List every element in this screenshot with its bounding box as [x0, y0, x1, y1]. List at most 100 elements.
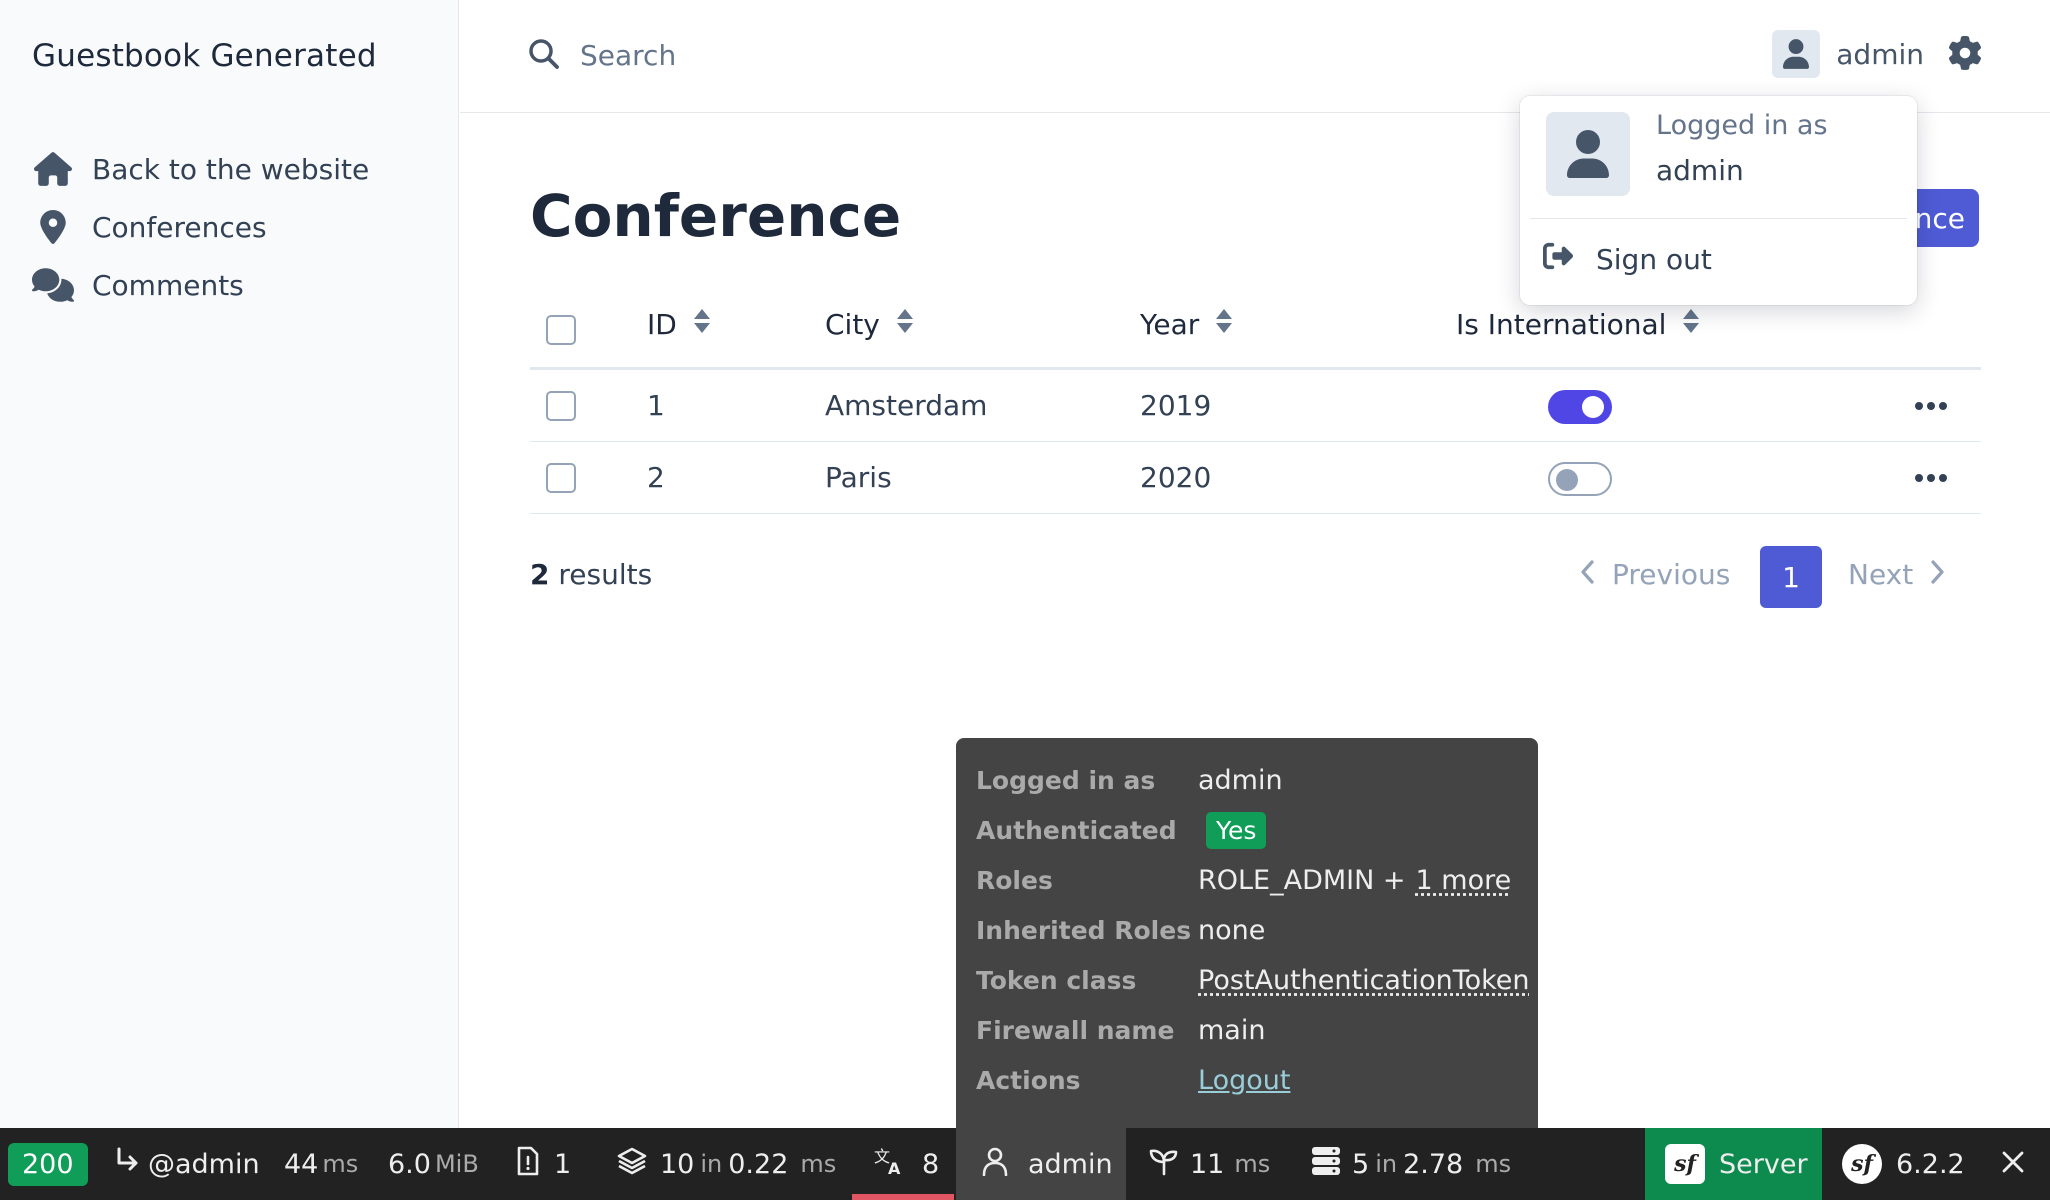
pagination-previous[interactable]: Previous	[1580, 558, 1730, 591]
cell-city: Amsterdam	[825, 389, 988, 422]
sidebar-item-label: Conferences	[92, 210, 267, 244]
column-label: City	[825, 308, 880, 341]
column-label: Is International	[1456, 308, 1667, 341]
sign-out-button[interactable]: Sign out	[1542, 241, 1712, 278]
panel-value: ROLE_ADMIN +	[1198, 864, 1406, 896]
sidebar-nav: Back to the website Conferences Comments	[32, 140, 369, 314]
panel-key: Logged in as	[976, 765, 1156, 795]
add-button-label: nce	[1914, 201, 1965, 235]
logout-link[interactable]: Logout	[1198, 1065, 1290, 1096]
cell-id: 1	[647, 389, 665, 422]
log-file-icon	[516, 1146, 540, 1183]
is-international-toggle[interactable]	[1548, 462, 1612, 496]
dropdown-username: admin	[1656, 154, 1744, 187]
redirect-arrow-icon	[114, 1146, 142, 1183]
user-outline-icon	[982, 1146, 1008, 1183]
security-panel: Logged in as admin Authenticated Yes Rol…	[956, 738, 1538, 1128]
pagination-page-1[interactable]: 1	[1760, 546, 1822, 608]
column-header-is-international[interactable]: Is International	[1456, 308, 1700, 341]
panel-value: main	[1198, 1014, 1266, 1046]
panel-key: Inherited Roles	[976, 915, 1192, 945]
user-item[interactable]: admin	[956, 1128, 1126, 1200]
user-avatar-icon	[1546, 112, 1630, 196]
is-international-toggle[interactable]	[1548, 390, 1612, 424]
toolbar-username: admin	[1028, 1148, 1113, 1180]
panel-key: Roles	[976, 865, 1053, 895]
conference-table: ID City Year Is International 1 Amsterda…	[530, 290, 1981, 514]
db-in-label: in	[1375, 1150, 1398, 1178]
cache-in-label: in	[700, 1150, 723, 1178]
row-actions-icon[interactable]	[1914, 396, 1948, 415]
sidebar-item-back-to-website[interactable]: Back to the website	[32, 140, 369, 198]
gear-icon[interactable]	[1948, 36, 1982, 74]
memory-unit: MiB	[434, 1150, 479, 1178]
search-input[interactable]	[580, 30, 1180, 80]
column-header-id[interactable]: ID	[647, 308, 711, 341]
translation-item[interactable]: 文A 8	[874, 1128, 939, 1200]
symfony-version-item[interactable]: sf 6.2.2	[1842, 1128, 1965, 1200]
panel-key: Token class	[976, 965, 1137, 995]
close-toolbar-button[interactable]	[2002, 1128, 2024, 1200]
memory-item[interactable]: 6.0 MiB	[388, 1128, 479, 1200]
sign-out-label: Sign out	[1596, 243, 1712, 276]
route-item[interactable]: @admin	[114, 1128, 260, 1200]
sidebar-item-label: Comments	[92, 268, 244, 302]
status-code-item[interactable]: 200	[8, 1128, 88, 1200]
authenticated-badge: Yes	[1206, 811, 1267, 849]
cell-id: 2	[647, 461, 665, 494]
server-label: Server	[1719, 1148, 1808, 1180]
panel-key: Firewall name	[976, 1015, 1175, 1045]
panel-key: Actions	[976, 1065, 1081, 1095]
time-unit: ms	[322, 1150, 359, 1178]
column-header-city[interactable]: City	[825, 308, 914, 341]
row-checkbox[interactable]	[546, 391, 576, 421]
cache-calls: 10	[660, 1148, 695, 1180]
chevron-left-icon	[1580, 558, 1594, 591]
cell-year: 2019	[1140, 389, 1212, 422]
column-header-year[interactable]: Year	[1140, 308, 1233, 341]
column-label: Year	[1140, 308, 1200, 341]
memory-value: 6.0	[388, 1148, 431, 1180]
symfony-version: 6.2.2	[1896, 1148, 1965, 1180]
translation-count: 8	[922, 1148, 940, 1180]
toggle-knob	[1582, 396, 1604, 418]
toggle-knob	[1556, 469, 1578, 491]
cell-city: Paris	[825, 461, 892, 494]
cache-time: 0.22	[728, 1148, 789, 1180]
logs-item[interactable]: 1	[516, 1128, 571, 1200]
panel-row: Actions Logout	[976, 1060, 1290, 1100]
results-label: results	[558, 558, 653, 591]
row-actions-icon[interactable]	[1914, 468, 1948, 487]
token-class-value: PostAuthenticationToken	[1198, 964, 1530, 996]
app-title[interactable]: Guestbook Generated	[32, 38, 377, 74]
cache-item[interactable]: 10 in 0.22 ms	[616, 1128, 836, 1200]
sidebar-item-comments[interactable]: Comments	[32, 256, 369, 314]
home-icon	[32, 148, 74, 190]
panel-row: Firewall name main	[976, 1010, 1265, 1050]
panel-row: Inherited Roles none	[976, 910, 1265, 950]
translate-icon: 文A	[874, 1146, 906, 1183]
logged-in-label: Logged in as	[1656, 110, 1828, 141]
server-item[interactable]: sf Server	[1645, 1128, 1822, 1200]
sort-icon	[693, 308, 711, 341]
select-all-checkbox[interactable]	[546, 315, 576, 345]
sidebar: Guestbook Generated Back to the website …	[0, 0, 459, 1128]
time-item[interactable]: 44 ms	[284, 1128, 358, 1200]
chevron-right-icon	[1931, 558, 1945, 591]
sidebar-item-conferences[interactable]: Conferences	[32, 198, 369, 256]
comments-icon	[32, 264, 74, 306]
previous-label: Previous	[1612, 558, 1731, 591]
user-dropdown: Logged in as admin Sign out	[1520, 96, 1917, 305]
user-menu-button[interactable]: admin	[1772, 30, 1924, 78]
roles-more-link[interactable]: 1 more	[1416, 865, 1512, 896]
panel-row: Authenticated Yes	[976, 810, 1267, 850]
time-value: 44	[284, 1148, 319, 1180]
database-item[interactable]: 5 in 2.78 ms	[1310, 1128, 1511, 1200]
route-label: @admin	[148, 1148, 260, 1180]
row-checkbox[interactable]	[546, 463, 576, 493]
page-title: Conference	[530, 182, 902, 250]
twig-item[interactable]: 11 ms	[1148, 1128, 1270, 1200]
pagination-next[interactable]: Next	[1848, 558, 1945, 591]
active-indicator	[852, 1194, 954, 1200]
header-username: admin	[1836, 37, 1924, 71]
